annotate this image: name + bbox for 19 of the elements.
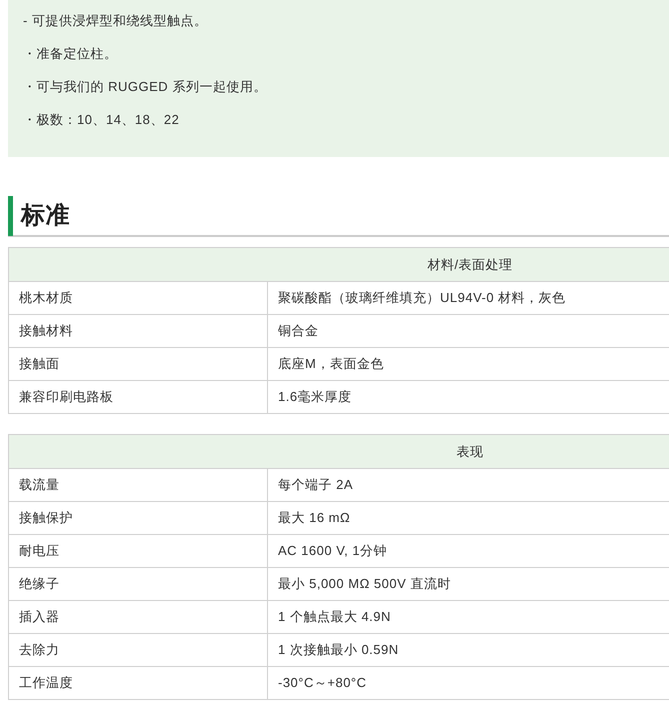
table-cell: 工作温度 (8, 666, 268, 700)
table-cell: 去除力 (8, 634, 268, 666)
feature-text: ・准备定位柱。 (23, 45, 118, 63)
section-heading: 标准 (21, 201, 70, 231)
table-cell: 接触面 (8, 348, 268, 380)
table-cell: 绝缘子 (8, 568, 268, 600)
table-header: 材料/表面处理 (8, 248, 669, 282)
table-cell: 接触材料 (8, 314, 268, 348)
table-cell: 桃木材质 (8, 282, 268, 314)
table-cell: 插入器 (8, 600, 268, 634)
feature-text: - 可提供浸焊型和绕线型触点。 (23, 12, 208, 30)
table-header: 表现 (8, 434, 669, 468)
feature-text: ・可与我们的 RUGGED 系列一起使用。 (23, 78, 268, 96)
table-cell: 接触保护 (8, 502, 268, 534)
table-cell: 载流量 (8, 468, 268, 502)
heading-accent (8, 196, 13, 236)
feature-text: ・极数：10、14、18、22 (23, 111, 180, 129)
table-cell: 兼容印刷电路板 (8, 380, 268, 414)
table-cell: 耐电压 (8, 534, 268, 568)
